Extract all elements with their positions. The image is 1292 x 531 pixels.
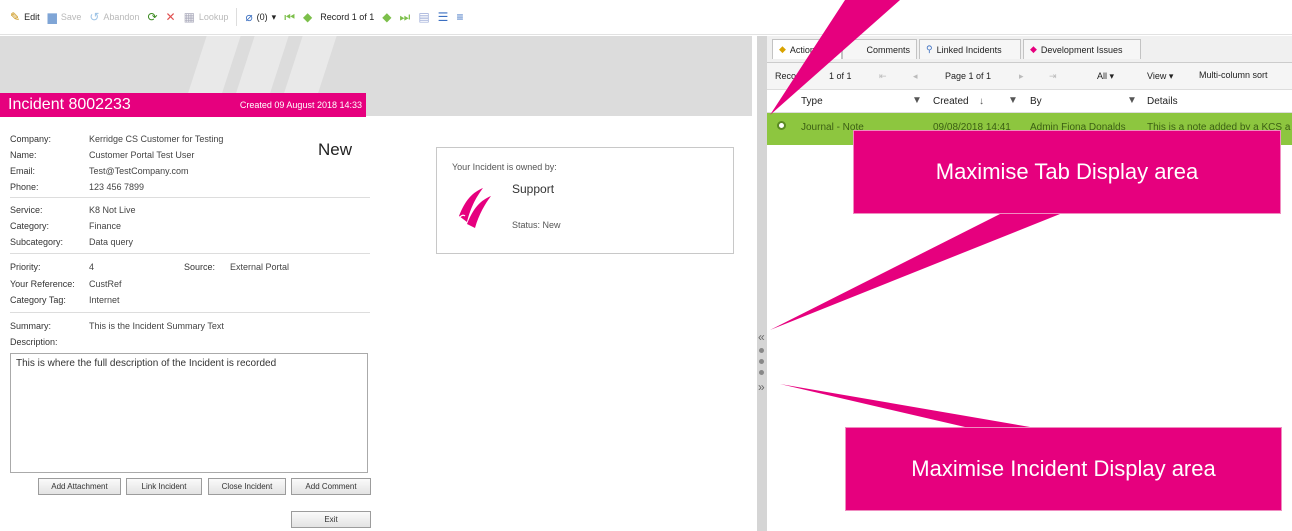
callout-incident-display: Maximise Incident Display area — [845, 427, 1282, 511]
incident-screen: ✎ Edit ▆ Save ↺ Abandon ⟳ ✕ ▦ Lookup ⌀ (… — [0, 0, 1292, 531]
callout-tab-display: Maximise Tab Display area — [853, 130, 1281, 214]
